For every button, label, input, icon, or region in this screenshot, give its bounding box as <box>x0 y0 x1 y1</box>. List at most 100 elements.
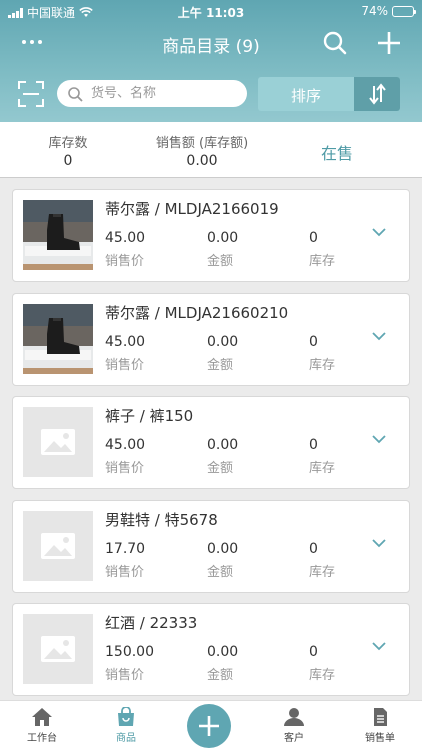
chevron-down-icon[interactable] <box>371 537 387 549</box>
amount-column: 0.00 金额 <box>207 334 238 373</box>
stock-column: 0 库存 <box>309 230 335 269</box>
price-value: 45.00 <box>105 230 146 246</box>
tab-customers[interactable]: 客户 <box>264 707 324 744</box>
placeholder-image-icon <box>23 511 93 581</box>
stock-label: 库存 <box>309 565 336 580</box>
amount-value: 0.00 <box>207 541 239 557</box>
placeholder-image-icon <box>23 614 93 684</box>
status-bar: 中国联通 上午 11:03 74% <box>0 0 422 22</box>
document-icon <box>374 708 387 726</box>
scan-icon[interactable] <box>18 81 44 107</box>
stock-value: 0 <box>309 541 318 557</box>
create-order-button[interactable] <box>187 704 231 748</box>
price-value: 45.00 <box>105 437 146 453</box>
home-icon <box>32 708 52 726</box>
stock-label: 库存 <box>309 668 336 683</box>
sort-label: 排序 <box>290 87 321 105</box>
price-value: 17.70 <box>105 541 146 557</box>
price-label: 销售价 <box>105 668 145 683</box>
page-title: 商品目录 (9) <box>162 37 260 57</box>
magnifier-icon <box>68 87 83 102</box>
chevron-down-icon[interactable] <box>371 640 387 652</box>
sales-value: 0.00 <box>186 153 218 169</box>
stock-label: 库存 <box>309 358 336 373</box>
price-column: 45.00 销售价 <box>105 437 145 476</box>
sort-button[interactable]: 排序 <box>258 77 400 111</box>
stock-label: 库存 <box>309 254 336 269</box>
price-column: 45.00 销售价 <box>105 334 145 373</box>
amount-value: 0.00 <box>207 334 239 350</box>
placeholder-image-icon <box>23 407 93 477</box>
amount-column: 0.00 金额 <box>207 541 238 580</box>
tab-label: 客户 <box>284 733 304 744</box>
stock-column: 0 库存 <box>309 334 335 373</box>
stock-summary: 库存数 0 <box>38 132 98 169</box>
stock-value: 0 <box>309 230 318 246</box>
plus-icon <box>199 716 219 736</box>
price-value: 150.00 <box>105 644 154 660</box>
tab-products[interactable]: 商品 <box>96 707 156 744</box>
chevron-down-icon[interactable] <box>371 433 387 445</box>
tab-sales-orders[interactable]: 销售单 <box>350 707 410 744</box>
add-product-icon[interactable] <box>376 30 402 56</box>
product-card[interactable]: 裤子 / 裤150 45.00 销售价 0.00 金额 0 库存 <box>12 396 410 489</box>
tab-label: 销售单 <box>365 733 395 744</box>
product-photo <box>23 200 93 270</box>
battery-icon <box>392 5 416 17</box>
product-name: 男鞋特 / 特5678 <box>105 511 218 529</box>
product-card[interactable]: 蒂尔露 / MLDJA2166019 45.00 销售价 0.00 金额 0 库存 <box>12 189 410 282</box>
price-label: 销售价 <box>105 565 145 580</box>
product-name: 红酒 / 22333 <box>105 614 198 632</box>
chevron-down-icon[interactable] <box>371 226 387 238</box>
price-column: 45.00 销售价 <box>105 230 145 269</box>
person-icon <box>284 708 304 726</box>
amount-label: 金额 <box>207 565 234 580</box>
product-card[interactable]: 红酒 / 22333 150.00 销售价 0.00 金额 0 库存 <box>12 603 410 696</box>
amount-value: 0.00 <box>207 437 239 453</box>
amount-label: 金额 <box>207 668 234 683</box>
price-column: 17.70 销售价 <box>105 541 145 580</box>
stock-column: 0 库存 <box>309 541 335 580</box>
stock-value: 0 <box>63 153 73 169</box>
bag-icon <box>118 707 134 726</box>
sales-summary: 销售额 (库存额) 0.00 <box>142 132 262 169</box>
stock-value: 0 <box>309 644 318 660</box>
top-header: 中国联通 上午 11:03 74% 商品目录 (9) 货号、名称 排序 <box>0 0 422 122</box>
chevron-down-icon[interactable] <box>371 330 387 342</box>
product-card[interactable]: 男鞋特 / 特5678 17.70 销售价 0.00 金额 0 库存 <box>12 500 410 593</box>
product-name: 裤子 / 裤150 <box>105 407 194 425</box>
amount-value: 0.00 <box>207 644 239 660</box>
battery-percent: 74% <box>361 4 388 18</box>
amount-column: 0.00 金额 <box>207 644 238 683</box>
amount-value: 0.00 <box>207 230 239 246</box>
amount-label: 金额 <box>207 461 234 476</box>
product-photo <box>23 304 93 374</box>
stock-label: 库存 <box>309 461 336 476</box>
sort-arrows-icon <box>369 83 386 105</box>
sort-order-toggle[interactable] <box>354 77 400 111</box>
product-name: 蒂尔露 / MLDJA2166019 <box>105 200 279 218</box>
search-input[interactable] <box>91 80 241 107</box>
amount-column: 0.00 金额 <box>207 230 238 269</box>
tab-label: 商品 <box>116 733 136 744</box>
product-name: 蒂尔露 / MLDJA21660210 <box>105 304 289 322</box>
stock-column: 0 库存 <box>309 644 335 683</box>
price-column: 150.00 销售价 <box>105 644 154 683</box>
stock-value: 0 <box>309 437 318 453</box>
tab-workbench[interactable]: 工作台 <box>12 707 72 744</box>
product-card[interactable]: 蒂尔露 / MLDJA21660210 45.00 销售价 0.00 金额 0 库存 <box>12 293 410 386</box>
tab-label: 工作台 <box>27 733 57 744</box>
price-label: 销售价 <box>105 358 145 373</box>
price-label: 销售价 <box>105 461 145 476</box>
search-field[interactable] <box>57 80 247 107</box>
on-sale-filter[interactable]: 在售 <box>306 140 368 164</box>
price-label: 销售价 <box>105 254 145 269</box>
summary-bar: 库存数 0 销售额 (库存额) 0.00 在售 <box>0 122 422 178</box>
search-icon[interactable] <box>322 30 348 56</box>
amount-column: 0.00 金额 <box>207 437 238 476</box>
clock: 上午 11:03 <box>177 6 245 20</box>
sales-label: 销售额 (库存额) <box>155 136 249 151</box>
stock-value: 0 <box>309 334 318 350</box>
amount-label: 金额 <box>207 358 234 373</box>
amount-label: 金额 <box>207 254 234 269</box>
